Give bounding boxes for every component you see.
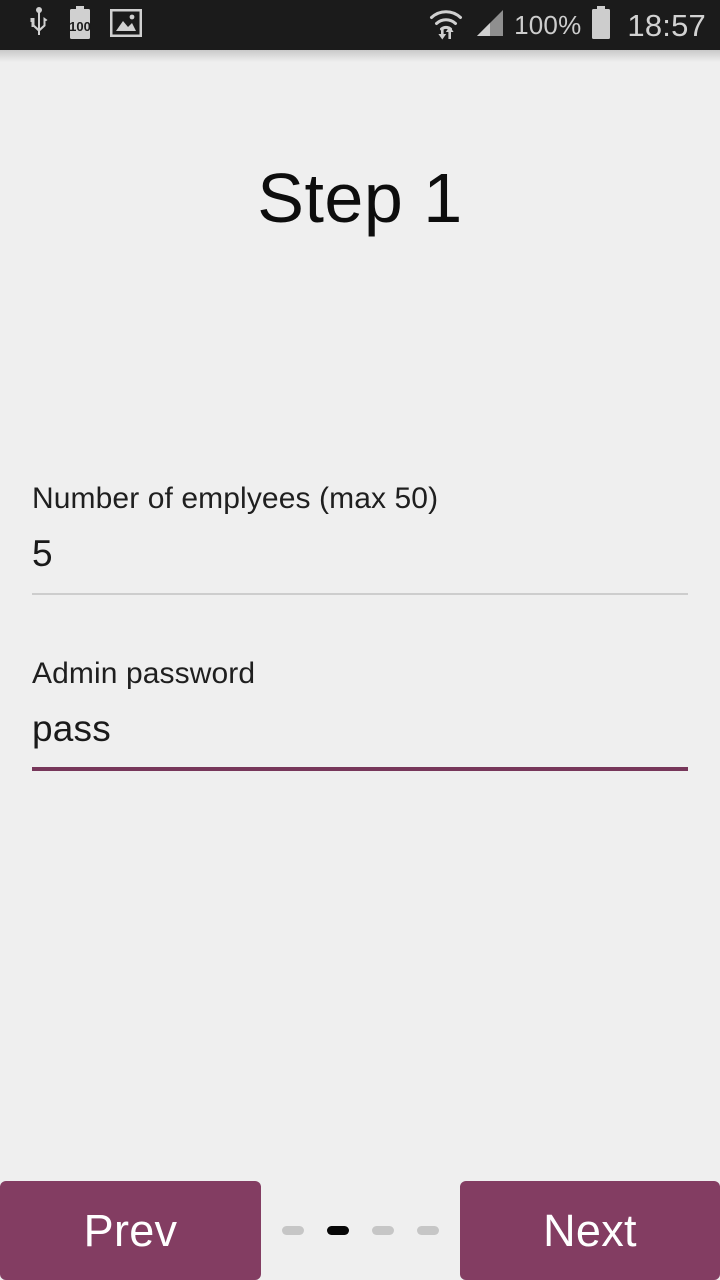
svg-text:100: 100 — [69, 19, 91, 34]
employees-field-underline — [32, 592, 688, 595]
page-indicator-dot-3[interactable] — [372, 1226, 394, 1235]
next-button[interactable]: Next — [460, 1181, 720, 1280]
employees-input[interactable]: 5 — [32, 533, 688, 575]
status-bar-left-icons: 100 — [28, 5, 143, 45]
image-icon — [109, 8, 143, 42]
wizard-form: Number of emplyees (max 50) 5 Admin pass… — [32, 482, 688, 772]
page-indicator-dot-1[interactable] — [282, 1226, 304, 1235]
admin-password-field-label: Admin password — [32, 656, 256, 690]
battery-full-icon — [590, 5, 612, 45]
employees-field-label: Number of emplyees (max 50) — [32, 482, 439, 515]
status-bar-clock: 18:57 — [627, 7, 706, 43]
admin-password-field[interactable]: Admin password pass — [32, 657, 688, 772]
page-indicator-dot-4[interactable] — [417, 1226, 439, 1235]
wizard-screen: Step 1 Number of emplyees (max 50) 5 Adm… — [0, 50, 720, 1280]
admin-password-input[interactable]: pass — [32, 708, 688, 750]
page-indicator-dot-2[interactable] — [327, 1226, 349, 1235]
battery-percentage-label: 100% — [514, 10, 582, 40]
usb-icon — [28, 6, 50, 44]
page-title: Step 1 — [257, 159, 463, 237]
status-bar-right-icons: 100% 18:57 — [428, 5, 706, 46]
wizard-navigation-bar: Prev Next — [0, 1181, 720, 1280]
employees-field[interactable]: Number of emplyees (max 50) 5 — [32, 482, 688, 595]
wifi-transfer-icon — [428, 5, 464, 46]
cellular-signal-icon — [473, 7, 505, 44]
admin-password-field-underline — [32, 767, 688, 772]
page-indicator — [261, 1181, 460, 1280]
status-bar: 100 100% 18:57 — [0, 0, 720, 50]
battery-100-icon: 100 — [68, 5, 92, 45]
prev-button[interactable]: Prev — [0, 1181, 261, 1280]
